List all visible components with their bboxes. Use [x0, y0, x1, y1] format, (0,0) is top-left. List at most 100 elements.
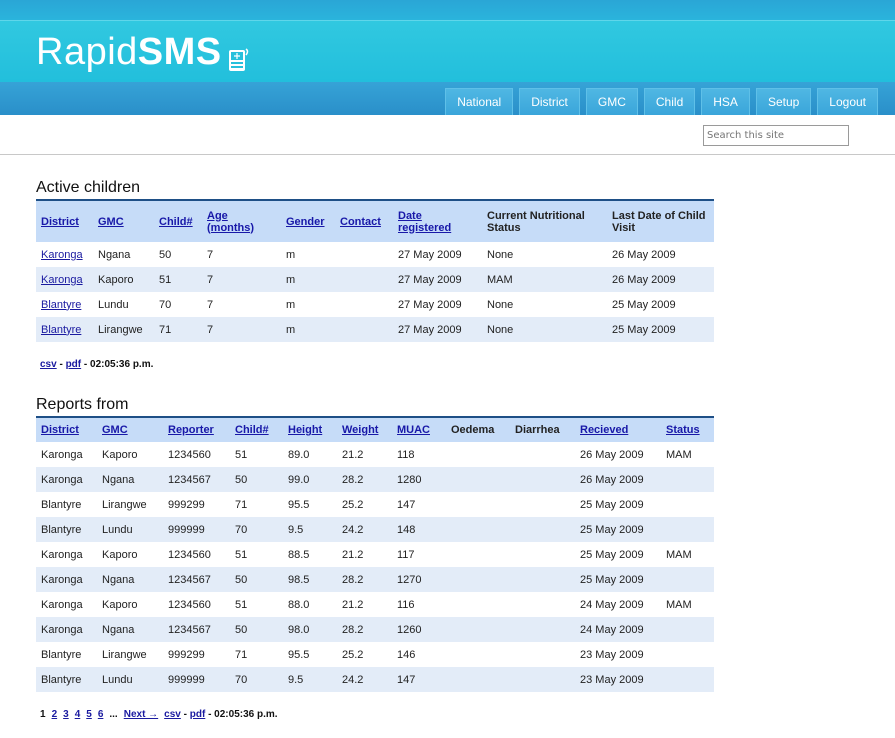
column-header[interactable]: Status	[661, 417, 714, 442]
nav-child[interactable]: Child	[643, 88, 696, 115]
sort-link[interactable]: District	[41, 424, 79, 436]
column-header[interactable]: Recieved	[575, 417, 661, 442]
table-cell: 1234560	[168, 448, 211, 461]
nav-national[interactable]: National	[445, 88, 514, 115]
search-input[interactable]	[703, 125, 849, 146]
table-cell: 21.2	[342, 548, 364, 561]
table-cell: m	[286, 273, 296, 286]
table-cell: Blantyre	[41, 523, 82, 536]
table-cell	[661, 617, 714, 642]
table-cell: Karonga	[41, 623, 83, 636]
table-row: Karonga Kaporo 51 7 m 27 May 2009 MAM 26 May 20…	[36, 267, 714, 292]
next-page-link[interactable]: Next →	[124, 709, 158, 720]
table-cell: 27 May 2009	[398, 273, 462, 286]
table-cell: Lirangwe	[98, 323, 143, 336]
table-cell	[661, 492, 714, 517]
table-cell: 50	[235, 473, 248, 486]
table-cell: 21.2	[342, 448, 364, 461]
sort-link[interactable]: District	[41, 216, 79, 228]
sort-link[interactable]: Age (months)	[207, 210, 254, 234]
table-cell: 7	[207, 323, 214, 336]
table-cell: 9.5	[288, 523, 304, 536]
page-link[interactable]: 4	[75, 709, 81, 720]
rapidsms-logo[interactable]: Rapid SMS	[36, 31, 250, 74]
column-header[interactable]: GMC	[97, 417, 163, 442]
column-header[interactable]: District	[36, 417, 97, 442]
column-header[interactable]: Gender	[281, 200, 335, 242]
column-header[interactable]: Age (months)	[202, 200, 281, 242]
pdf-export-link[interactable]: pdf	[190, 709, 206, 720]
sort-link[interactable]: Child#	[235, 424, 269, 436]
table-cell: 50	[235, 623, 248, 636]
nav-setup[interactable]: Setup	[755, 88, 812, 115]
sort-link[interactable]: GMC	[102, 424, 128, 436]
column-header[interactable]: Contact	[335, 200, 393, 242]
table-cell: 23 May 2009	[580, 673, 644, 686]
reports-title: Reports from	[36, 396, 129, 413]
table-cell: 95.5	[288, 498, 310, 511]
sort-link[interactable]: Reporter	[168, 424, 214, 436]
table-cell: Ngana	[102, 473, 135, 486]
table-cell: None	[487, 298, 514, 311]
page-link[interactable]: 5	[86, 709, 92, 720]
table-cell: 51	[235, 548, 248, 561]
pdf-export-link[interactable]: pdf	[66, 359, 82, 370]
csv-export-link[interactable]: csv	[40, 359, 57, 370]
sort-link[interactable]: MUAC	[397, 424, 430, 436]
table-cell: 999299	[168, 498, 205, 511]
table-cell: 25 May 2009	[612, 298, 676, 311]
column-header[interactable]: District	[36, 200, 93, 242]
column-header[interactable]: Child#	[154, 200, 202, 242]
table-cell: 88.5	[288, 548, 310, 561]
sort-link[interactable]: Child#	[159, 216, 193, 228]
table-cell	[446, 567, 510, 592]
nav-district[interactable]: District	[519, 88, 580, 115]
table-cell: None	[487, 248, 514, 261]
column-header[interactable]: Reporter	[163, 417, 230, 442]
page-link[interactable]: 6	[98, 709, 104, 720]
column-header[interactable]: Weight	[337, 417, 392, 442]
table-cell	[510, 667, 575, 692]
table-cell: Karonga	[41, 598, 83, 611]
table-cell: Karonga	[41, 573, 83, 586]
district-link[interactable]: Karonga	[41, 274, 83, 286]
district-link[interactable]: Blantyre	[41, 299, 81, 311]
table-header-row: District GMC Reporter Child# Height Weight MUA…	[36, 417, 714, 442]
sort-link[interactable]: Gender	[286, 216, 325, 228]
nav-hsa[interactable]: HSA	[701, 88, 750, 115]
table-cell	[510, 567, 575, 592]
table-cell: 50	[235, 573, 248, 586]
district-link[interactable]: Blantyre	[41, 324, 81, 336]
nav-gmc[interactable]: GMC	[585, 88, 638, 115]
table-cell	[661, 467, 714, 492]
table-cell: 26 May 2009	[612, 273, 676, 286]
column-header[interactable]: GMC	[93, 200, 154, 242]
column-header[interactable]: Child#	[230, 417, 283, 442]
page-link[interactable]: 2	[52, 709, 58, 720]
table-row: Karonga Kaporo 1234560 51 88.5 21.2 117 25 May …	[36, 542, 714, 567]
sort-link[interactable]: GMC	[98, 216, 124, 228]
table-cell	[446, 492, 510, 517]
active-export-footer: csv - pdf - 02:05:36 p.m.	[40, 359, 153, 370]
sort-link[interactable]: Height	[288, 424, 322, 436]
nav-logout[interactable]: Logout	[817, 88, 878, 115]
sort-link[interactable]: Date registered	[398, 210, 451, 234]
table-cell: 26 May 2009	[580, 473, 644, 486]
table-row: Blantyre Lundu 70 7 m 27 May 2009 None 25 May 2…	[36, 292, 714, 317]
table-cell	[335, 292, 393, 317]
header-label: Last Date of Child Visit	[612, 209, 706, 234]
district-link[interactable]: Karonga	[41, 249, 83, 261]
table-cell: m	[286, 248, 296, 261]
table-cell	[661, 517, 714, 542]
sort-link[interactable]: Contact	[340, 216, 381, 228]
column-header[interactable]: Date registered	[393, 200, 482, 242]
sort-link[interactable]: Recieved	[580, 424, 628, 436]
sort-link[interactable]: Status	[666, 424, 700, 436]
sort-link[interactable]: Weight	[342, 424, 378, 436]
column-header[interactable]: MUAC	[392, 417, 446, 442]
table-cell: Kaporo	[98, 273, 134, 286]
column-header[interactable]: Height	[283, 417, 337, 442]
page-link[interactable]: 3	[63, 709, 69, 720]
csv-export-link[interactable]: csv	[164, 709, 181, 720]
table-cell: Lundu	[102, 673, 133, 686]
